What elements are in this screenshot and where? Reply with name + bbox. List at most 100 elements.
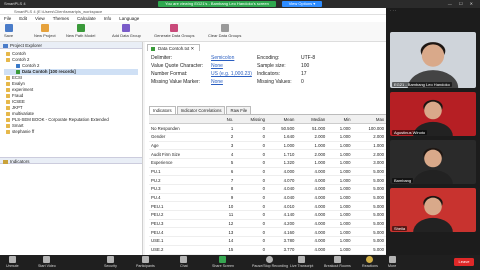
reactions-button[interactable]: Reactions [362,256,378,268]
table-cell: Audit Firm Size [149,149,217,159]
column-header[interactable]: Mean [267,115,297,125]
participant-video-tile[interactable]: Agustinus Winoto [390,92,476,136]
folder-icon [6,82,10,86]
table-cell: 4.040 [267,184,297,194]
tab-data-contoh[interactable]: Data Contoh.txt ✕ [147,44,201,51]
folder-icon [6,52,10,56]
table-row[interactable]: PEU.1 10 0 4.010 4.000 1.000 5.000 [149,201,386,212]
new-project-button[interactable]: New Project [34,24,56,38]
generate-data-groups-button[interactable]: Generate Data Groups [154,24,194,38]
folder-icon [6,58,10,62]
app-titlebar: SmartPLS 4 (E:\Users\Client\smartpls_wor… [0,8,386,15]
column-header[interactable]: Median [296,115,328,125]
folder-icon [6,112,10,116]
share-screen-button[interactable]: Share Screen [212,256,234,268]
security-label: Security [104,263,117,268]
menu-info[interactable]: Info [104,15,112,22]
live-transcript-button[interactable]: Live Transcript [290,256,313,268]
zoom-top-bar: SmartPLS 4 You are viewing EG21's - Bamb… [0,0,480,8]
menu-edit[interactable]: Edit [19,15,27,22]
table-cell: 4.010 [267,201,297,212]
table-cell: 100.000 [352,123,386,133]
table-cell: USE.1 [149,236,217,246]
column-header[interactable]: No. [217,115,236,125]
table-row[interactable]: PEU.2 11 0 4.140 4.000 1.000 5.000 [149,210,386,220]
participants-button[interactable]: Participants [136,256,155,268]
table-row[interactable]: Experience 5 0 1.320 1.000 1.000 3.000 [149,158,386,168]
table-row[interactable]: Gender 2 0 1.640 2.000 1.000 2.000 [149,132,386,142]
delimiter-link[interactable]: Semicolon [211,54,234,62]
tree-item[interactable]: stephanie ff [4,129,138,135]
breakout-rooms-button[interactable]: Breakout Rooms [324,256,351,268]
tab-indicators[interactable]: Indicators [149,106,176,114]
sample-size-value: 100 [301,63,310,69]
participant-avatar [407,42,459,88]
table-row[interactable]: USE.1 14 0 3.780 4.000 1.000 5.000 [149,236,386,246]
table-cell: 4.070 [267,175,297,185]
video-panel-grip[interactable]: · · · [390,8,476,14]
share-screen-label: Share Screen [212,263,234,268]
menu-themes[interactable]: Themes [53,15,69,22]
save-label: Save [4,33,14,38]
save-button[interactable]: Save [4,24,13,38]
column-header[interactable]: Max [352,115,386,125]
table-row[interactable]: PU.1 6 0 4.000 4.000 1.000 5.000 [149,167,386,177]
view-options-button[interactable]: View Options ▾ [282,1,322,7]
cc-icon [298,256,306,263]
quote-link[interactable]: None [211,62,223,70]
add-data-group-button[interactable]: Add Data Group [112,24,141,38]
column-header[interactable]: Min [327,115,353,125]
new-path-model-label: New Path Model [66,33,96,38]
zoom-title: SmartPLS 4 [4,1,26,6]
table-cell: PU.4 [149,193,217,203]
table-row[interactable]: PU.3 8 0 4.040 4.000 1.000 5.000 [149,184,386,194]
column-header[interactable]: Missing [235,115,268,125]
table-row[interactable]: Audit Firm Size 4 0 1.710 2.000 1.000 2.000 [149,149,386,159]
tab-raw-file[interactable]: Raw File [226,106,252,114]
participant-video-tile[interactable]: Bambang [390,140,476,184]
column-header[interactable] [149,115,217,125]
window-controls[interactable]: — ☐ ✕ [448,1,476,6]
number-format-label: Number Format: [151,71,188,77]
participant-video-tile[interactable]: Sheila [390,188,476,232]
table-row[interactable]: No Responden 1 0 50.500 51.000 1.000 100.000 [149,123,386,133]
table-cell: PEU.4 [149,227,217,238]
security-button[interactable]: Security [104,256,117,268]
table-cell: 1.000 [327,158,353,168]
table-cell: 0 [235,141,268,151]
missing-marker-label: Missing Value Marker: [151,79,201,85]
menu-language[interactable]: Language [119,15,139,22]
table-cell: 1.000 [327,193,353,203]
table-row[interactable]: Age 3 0 1.000 1.000 1.000 1.000 [149,141,386,151]
pause-stop-recording-button[interactable]: Pause/Stop Recording [252,256,288,268]
menu-file[interactable]: File [4,15,11,22]
menu-view[interactable]: View [35,15,45,22]
table-row[interactable]: PEU.3 12 0 4.200 4.000 1.000 5.000 [149,219,386,229]
table-cell: 1.640 [267,132,297,142]
people-icon [141,256,149,263]
indicators-count-value: 17 [301,71,307,77]
live-transcript-label: Live Transcript [290,263,314,268]
chat-button[interactable]: Chat [180,256,188,268]
number-format-link[interactable]: US (e.g. 1,000.23) [211,70,252,78]
menu-calculate[interactable]: Calculate [77,15,96,22]
participant-video-tile[interactable]: EG21 - Bambang Leo Handoko [390,32,476,88]
start-video-button[interactable]: Start Video [38,256,56,268]
missing-marker-link[interactable]: None [211,78,223,86]
folder-icon [6,124,10,128]
more-button[interactable]: More [388,256,396,268]
menu-bar: File Edit View Themes Calculate Info Language [0,15,386,22]
tab-indicator-correlations[interactable]: Indicator Correlations [176,106,226,114]
folder-icon [6,106,10,110]
clear-data-groups-button[interactable]: Clear Data Groups [208,24,241,38]
leave-button[interactable]: Leave [454,258,474,266]
unmute-button[interactable]: Unmute [6,256,19,268]
add-data-group-label: Add Data Group [112,33,141,38]
table-row[interactable]: PU.2 7 0 4.070 4.000 1.000 5.000 [149,175,386,185]
table-row[interactable]: PU.4 9 0 4.040 4.000 1.000 5.000 [149,193,386,203]
table-cell: 4.140 [267,210,297,220]
table-row[interactable]: PEU.4 13 0 4.160 4.000 1.000 5.000 [149,227,386,238]
new-path-model-button[interactable]: New Path Model [66,24,95,38]
table-row[interactable]: USE.2 15 0 3.770 4.000 1.000 5.000 [149,245,386,255]
clear-data-groups-label: Clear Data Groups [208,33,242,38]
